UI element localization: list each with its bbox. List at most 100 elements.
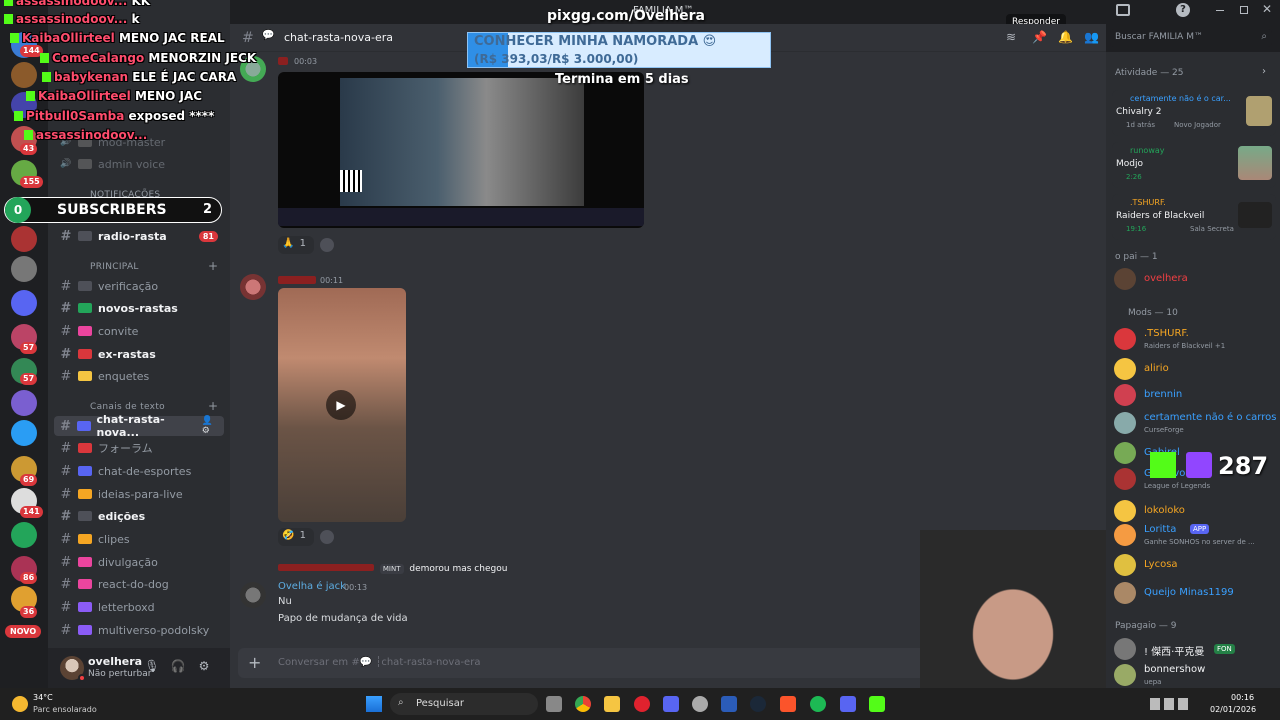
attach-plus-icon[interactable]: + <box>248 653 261 672</box>
member-activity: Ganhe SONHOS no server de ... <box>1144 538 1255 546</box>
image-attachment[interactable] <box>278 72 644 228</box>
member-name: ovelhera <box>1144 273 1188 284</box>
channel-item[interactable]: 🔊 admin voice <box>54 154 224 174</box>
reaction[interactable]: 🙏 1 <box>278 236 314 254</box>
server-icon[interactable] <box>11 390 37 416</box>
search-input[interactable]: Buscar FAMILIA M™ <box>1115 32 1203 42</box>
mic-icon[interactable]: 🎙 <box>144 659 160 675</box>
avatar[interactable] <box>240 582 266 608</box>
member-row[interactable]: bonnershow uepa <box>1114 660 1276 690</box>
app-icon[interactable] <box>663 696 679 712</box>
notifications-icon[interactable]: 🔔 <box>1058 30 1073 44</box>
server-icon[interactable] <box>11 290 37 316</box>
opera-icon[interactable] <box>634 696 650 712</box>
message-input[interactable]: Conversar em #💬 ┆chat-rasta-nova-era <box>278 657 480 668</box>
member-row[interactable]: .TSHURF. Raiders of Blackveil +1 <box>1114 324 1276 354</box>
username[interactable]: ovelhera <box>88 655 142 668</box>
reaction[interactable]: 🤣 1 <box>278 528 314 546</box>
server-icon[interactable] <box>11 420 37 446</box>
weather-icon[interactable] <box>12 696 28 712</box>
channel-item[interactable]: # ideias-para-live <box>54 484 224 504</box>
chrome-icon[interactable] <box>575 696 591 712</box>
close-button[interactable]: ✕ <box>1262 2 1272 16</box>
author-name-hidden[interactable] <box>278 57 288 65</box>
add-reaction-icon[interactable] <box>320 530 334 544</box>
channel-item[interactable]: # verificação <box>54 276 224 296</box>
member-row[interactable]: Lycosa <box>1114 550 1276 580</box>
minimize-button[interactable] <box>1216 10 1224 11</box>
search-box[interactable]: Buscar FAMILIA M™ ⌕ <box>1110 29 1272 47</box>
steam-icon[interactable] <box>750 696 766 712</box>
add-reaction-icon[interactable] <box>320 238 334 252</box>
stream-chat-user: assassinodoov... <box>16 0 128 8</box>
inbox-icon[interactable] <box>1116 4 1130 16</box>
member-row[interactable]: Loritta APP Ganhe SONHOS no server de ... <box>1114 520 1276 550</box>
member-row[interactable]: certamente não é o carros CurseForge <box>1114 408 1276 438</box>
activity-title: Raiders of Blackveil <box>1116 211 1205 221</box>
author-name[interactable]: Ovelha é jack <box>278 581 346 592</box>
channel-item[interactable]: # novos-rastas <box>54 298 224 318</box>
channel-item[interactable]: # フォーラム <box>54 438 224 458</box>
settings-icon[interactable]: ⚙ <box>196 659 212 675</box>
channel-item[interactable]: # radio-rasta 81 <box>54 226 224 246</box>
maximize-button[interactable] <box>1240 6 1248 14</box>
channel-item[interactable]: # react-do-dog <box>54 574 224 594</box>
headphones-icon[interactable]: 🎧 <box>170 659 186 675</box>
file-explorer-icon[interactable] <box>604 696 620 712</box>
stream-chat-user: KaibaOllirteel <box>22 31 115 45</box>
channel-item[interactable]: # chat-de-esportes <box>54 461 224 481</box>
avatar <box>1114 384 1136 406</box>
app-icon[interactable] <box>721 696 737 712</box>
add-channel-icon[interactable]: + <box>208 259 218 273</box>
channel-item[interactable]: # multiverso-podolsky <box>54 620 224 640</box>
clock-date[interactable]: 02/01/2026 <box>1210 705 1256 714</box>
chevron-right-icon[interactable]: › <box>1262 66 1266 77</box>
member-row[interactable]: Queijo Minas1199 <box>1114 578 1276 608</box>
avatar[interactable] <box>240 274 266 300</box>
server-icon[interactable] <box>11 256 37 282</box>
app-icon[interactable] <box>869 696 885 712</box>
task-view-icon[interactable] <box>546 696 562 712</box>
activity-card[interactable]: .TSHURF. Raiders of Blackveil 19:16 Sala… <box>1112 194 1276 240</box>
server-icon[interactable] <box>11 522 37 548</box>
clock-time[interactable]: 00:16 <box>1231 693 1254 702</box>
reply-preview[interactable]: MINT demorou mas chegou <box>278 564 507 578</box>
channel-item[interactable]: # enquetes <box>54 366 224 386</box>
category-principal[interactable]: PRINCIPAL <box>90 262 139 272</box>
spotify-icon[interactable] <box>810 696 826 712</box>
channel-settings-icon[interactable]: 👤⚙ <box>202 416 220 436</box>
brave-icon[interactable] <box>780 696 796 712</box>
member-row[interactable]: brennin <box>1114 380 1276 410</box>
member-row[interactable]: ovelhera <box>1114 264 1276 294</box>
taskbar-search[interactable]: ⌕ Pesquisar <box>390 693 538 715</box>
channel-item[interactable]: # ex-rastas <box>54 344 224 364</box>
help-icon[interactable]: ? <box>1176 3 1190 17</box>
mint-badge: MINT <box>379 564 404 574</box>
channel-item[interactable]: # convite <box>54 321 224 341</box>
threads-icon[interactable]: ≋ <box>1006 30 1016 44</box>
channel-item[interactable]: # edições <box>54 506 224 526</box>
activity-card[interactable]: certamente não é o car... Chivalry 2 1d … <box>1112 90 1276 136</box>
stream-chat-line: assassinodoov... KK <box>4 0 150 8</box>
embedded-screenshot <box>340 78 584 206</box>
channel-item[interactable]: # letterboxd <box>54 597 224 617</box>
tray-icons[interactable] <box>1150 698 1198 710</box>
activity-card[interactable]: runoway Modjo 2:26 <box>1112 142 1276 188</box>
video-attachment[interactable]: ▶ <box>278 288 406 522</box>
channel-name: ex-rastas <box>98 347 156 361</box>
add-channel-icon[interactable]: + <box>208 399 218 413</box>
channel-item[interactable]: # chat-rasta-nova... 👤⚙ <box>54 413 224 439</box>
channel-item[interactable]: # clipes <box>54 529 224 549</box>
member-list-icon[interactable]: 👥 <box>1084 30 1099 44</box>
weather-desc[interactable]: Parc ensolarado <box>33 705 97 714</box>
author-name-hidden[interactable] <box>278 276 316 284</box>
channel-item[interactable]: # divulgação <box>54 552 224 572</box>
start-button[interactable] <box>366 696 382 712</box>
server-icon[interactable] <box>11 226 37 252</box>
discord-icon[interactable] <box>840 696 856 712</box>
play-icon[interactable]: ▶ <box>326 390 356 420</box>
pin-icon[interactable]: 📌 <box>1032 30 1047 44</box>
category-canais[interactable]: Canais de texto <box>90 402 165 412</box>
app-icon[interactable] <box>692 696 708 712</box>
weather-temp[interactable]: 34°C <box>33 693 53 702</box>
